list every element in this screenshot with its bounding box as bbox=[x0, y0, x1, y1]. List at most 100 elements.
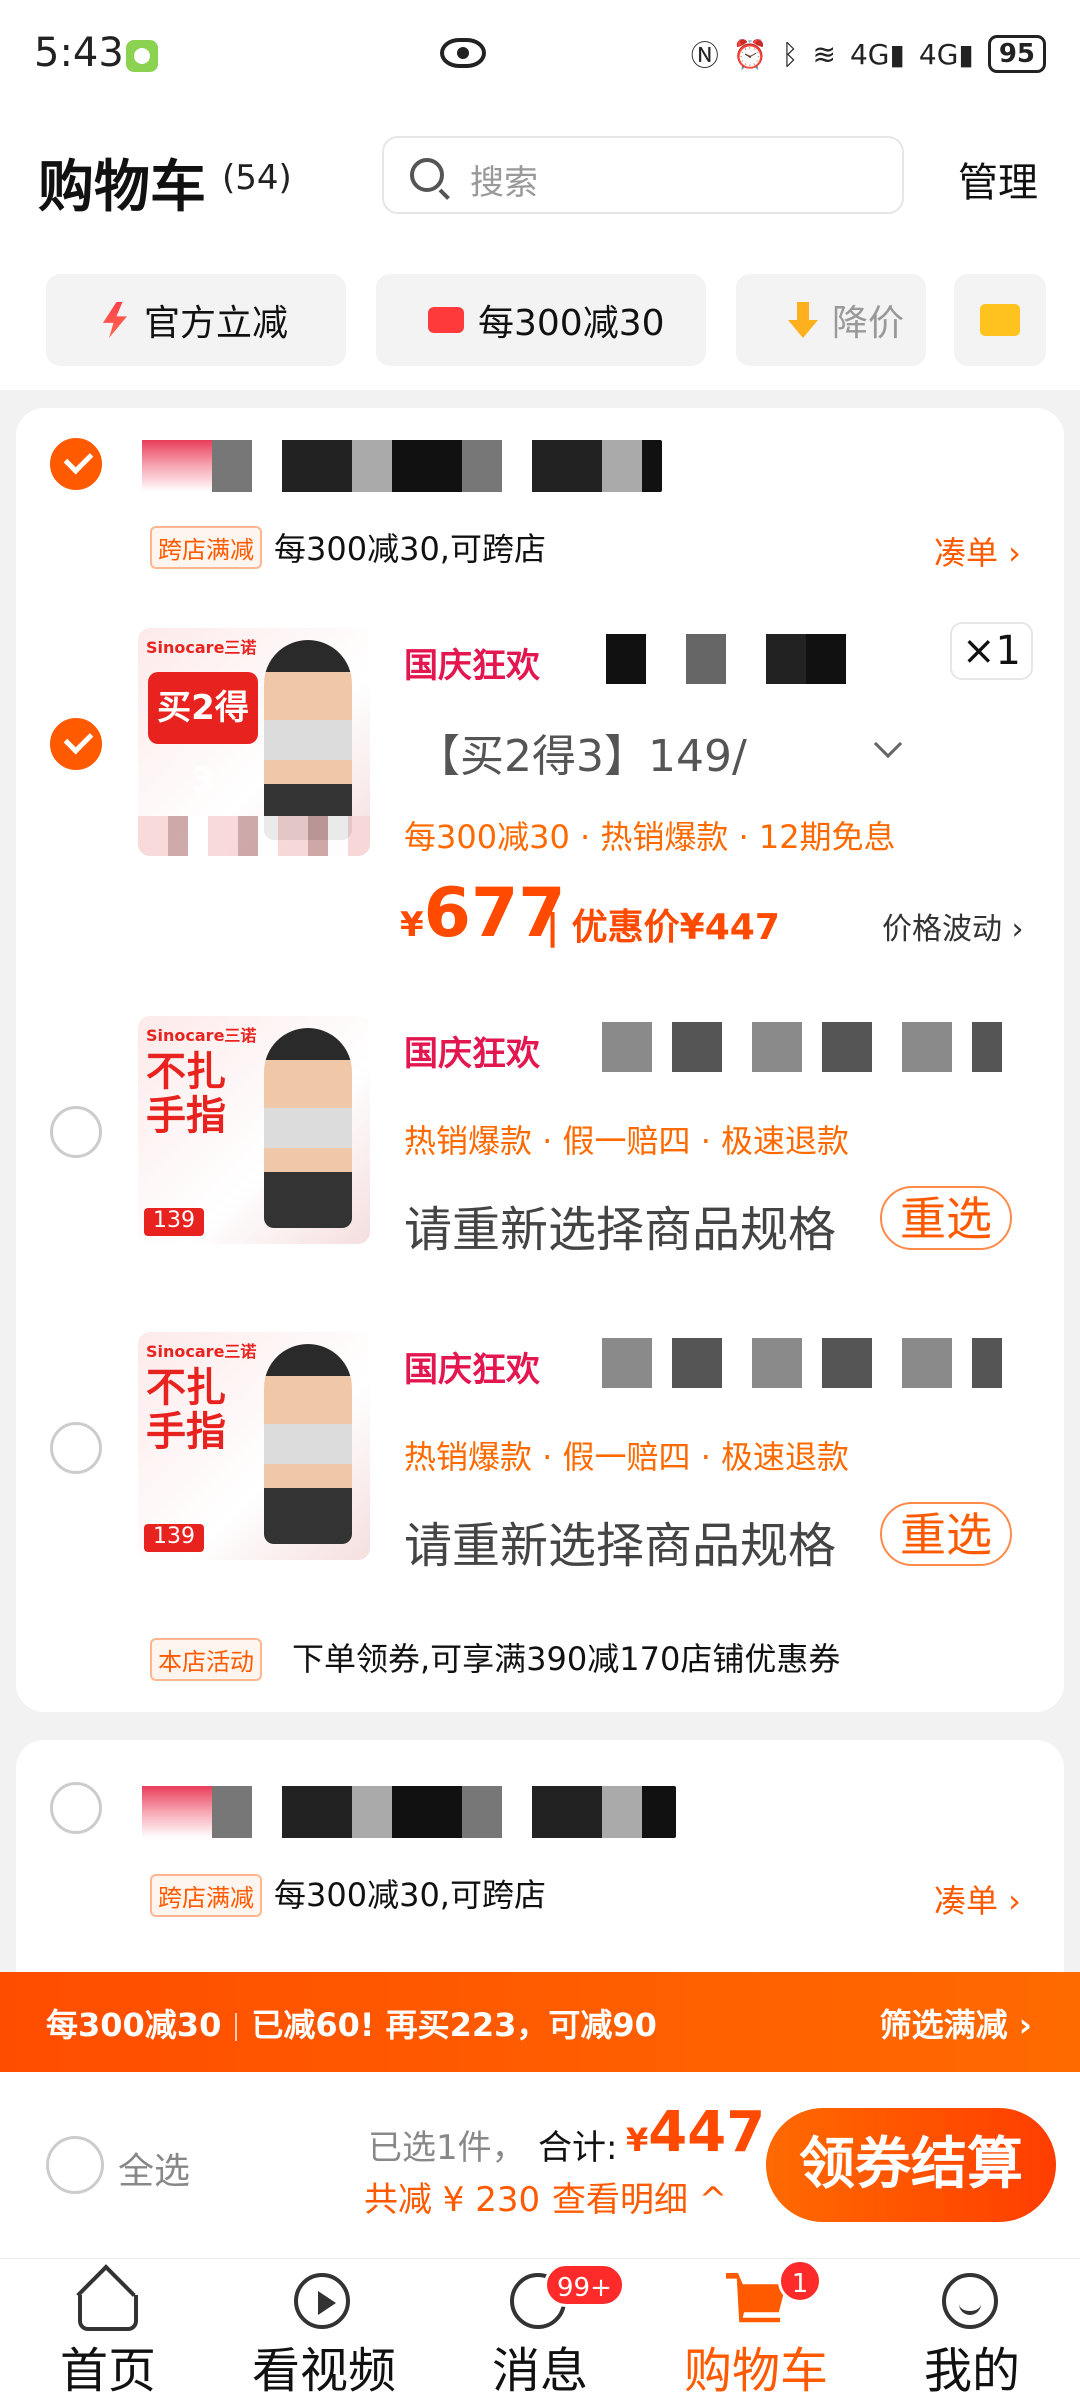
product-features: 热销爆款 · 假一赔四 · 极速退款 bbox=[404, 1122, 850, 1160]
shop-card-1: 跨店满减 每300减30,可跨店 凑单 › Sinocare三诺 买2得3 国庆… bbox=[16, 408, 1064, 1712]
checkout-bar: 全选 已选1件， 合计: ¥447 共减 ¥ 230 查看明细 ^ 领券结算 bbox=[0, 2072, 1080, 2258]
nav-video[interactable]: 看视频 bbox=[216, 2259, 432, 2400]
product-image[interactable]: Sinocare三诺 不扎手指 139 bbox=[138, 1332, 370, 1560]
nav-home[interactable]: 首页 bbox=[0, 2259, 216, 2400]
profile-icon bbox=[942, 2273, 998, 2329]
manage-button[interactable]: 管理 bbox=[958, 150, 1038, 208]
image-brand: Sinocare三诺 bbox=[146, 1026, 257, 1045]
cart-icon bbox=[726, 2273, 786, 2323]
discount-price: | 优惠价¥447 bbox=[546, 907, 780, 948]
add-on-link[interactable]: 凑单 › bbox=[934, 1876, 1021, 1922]
discount-progress-bar[interactable]: 每300减30 已减60! 再买223，可减90 筛选满减 › bbox=[0, 1972, 1080, 2072]
eye-icon bbox=[440, 38, 486, 68]
image-brand: Sinocare三诺 bbox=[146, 1342, 257, 1361]
image-badge: 买2得3 bbox=[148, 672, 258, 800]
select-all-label[interactable]: 全选 bbox=[118, 2142, 190, 2194]
chip-label: 每300减30 bbox=[478, 303, 665, 344]
item-checkbox[interactable] bbox=[50, 1422, 102, 1474]
shop-promo: 每300减30,可跨店 bbox=[274, 530, 546, 568]
cross-store-tag: 跨店满减 bbox=[150, 526, 262, 569]
store-coupon-promo[interactable]: 下单领券,可享满390减170店铺优惠券 bbox=[292, 1634, 840, 1680]
event-label: 国庆狂欢 bbox=[404, 1034, 540, 1074]
shop-checkbox[interactable] bbox=[50, 438, 102, 490]
nav-label: 购物车 bbox=[683, 2343, 828, 2399]
event-label: 国庆狂欢 bbox=[404, 1350, 540, 1390]
search-input[interactable]: 搜索 bbox=[382, 136, 904, 214]
page-title: 购物车 bbox=[38, 155, 206, 220]
nav-messages[interactable]: 99+ 消息 bbox=[432, 2259, 648, 2400]
nav-cart[interactable]: 1 购物车 bbox=[648, 2259, 864, 2400]
product-model-figure bbox=[264, 640, 352, 840]
chip-price-drop[interactable]: 降价 bbox=[736, 274, 926, 366]
image-price: 139 bbox=[144, 1208, 204, 1236]
chevron-down-icon[interactable] bbox=[873, 729, 903, 759]
product-model-figure bbox=[264, 1028, 352, 1228]
shop-name-redacted[interactable] bbox=[142, 1786, 676, 1838]
bolt-icon bbox=[103, 302, 127, 338]
product-price: ¥677 bbox=[400, 874, 566, 953]
chip-folder[interactable] bbox=[954, 274, 1046, 366]
image-headline: 不扎手指 bbox=[146, 1365, 226, 1455]
selected-count: 已选1件， bbox=[368, 2128, 526, 2168]
reselect-hint: 请重新选择商品规格 bbox=[404, 1518, 837, 1574]
total-saved: 共减 ¥ 230 bbox=[364, 2180, 541, 2220]
cart-badge: 1 bbox=[778, 2259, 822, 2303]
wifi-icon: ≋ bbox=[812, 37, 836, 71]
bottom-nav: 首页 看视频 99+ 消息 1 购物车 我的 bbox=[0, 2258, 1080, 2400]
nav-label: 首页 bbox=[59, 2343, 156, 2399]
reselect-hint: 请重新选择商品规格 bbox=[404, 1202, 837, 1258]
item-checkbox[interactable] bbox=[50, 718, 102, 770]
shop-promo: 每300减30,可跨店 bbox=[274, 1876, 546, 1914]
product-name-redacted[interactable] bbox=[602, 1338, 1002, 1388]
discount-progress-text: 每300减30 已减60! 再买223，可减90 bbox=[46, 2006, 657, 2044]
home-icon bbox=[78, 2295, 138, 2331]
folder-icon bbox=[980, 304, 1020, 336]
message-badge: 99+ bbox=[544, 2263, 625, 2307]
cross-store-tag: 跨店满减 bbox=[150, 1874, 262, 1917]
product-features: 每300减30 · 热销爆款 · 12期免息 bbox=[404, 818, 896, 856]
price-fluctuation-link[interactable]: 价格波动 › bbox=[882, 904, 1024, 948]
chip-official-discount[interactable]: 官方立减 bbox=[46, 274, 346, 366]
page-header: 购物车 (54) 搜索 管理 bbox=[0, 120, 1080, 260]
filter-discount-link[interactable]: 筛选满减 › bbox=[880, 2000, 1032, 2046]
price-drop-icon bbox=[788, 302, 818, 338]
total-label: 合计: bbox=[538, 2128, 618, 2168]
quantity-stepper[interactable]: ×1 bbox=[950, 622, 1033, 680]
play-icon bbox=[294, 2273, 350, 2329]
nav-label: 看视频 bbox=[251, 2343, 396, 2399]
status-icons: Ⓝ ⏰ ᛒ ≋ 4G▮ 4G▮ 95 bbox=[691, 34, 1046, 74]
nav-label: 我的 bbox=[923, 2343, 1020, 2399]
store-activity-tag: 本店活动 bbox=[150, 1638, 262, 1681]
item-checkbox[interactable] bbox=[50, 1106, 102, 1158]
total-price: ¥447 bbox=[626, 2100, 766, 2165]
signal-icon-1: 4G▮ bbox=[849, 37, 905, 71]
spec-selector[interactable]: 【买2得3】149/ bbox=[416, 720, 747, 784]
chip-300-minus-30[interactable]: 每300减30 bbox=[376, 274, 706, 366]
image-headline: 不扎手指 bbox=[146, 1049, 226, 1139]
product-features: 热销爆款 · 假一赔四 · 极速退款 bbox=[404, 1438, 850, 1476]
filter-chips: 官方立减 每300减30 降价 bbox=[0, 260, 1080, 390]
shop-name-redacted[interactable] bbox=[142, 440, 662, 492]
product-name-redacted[interactable] bbox=[602, 1022, 1002, 1072]
product-image[interactable]: Sinocare三诺 不扎手指 139 bbox=[138, 1016, 370, 1244]
select-all-checkbox[interactable] bbox=[46, 2136, 104, 2194]
signal-icon-2: 4G▮ bbox=[918, 37, 974, 71]
nav-label: 消息 bbox=[491, 2343, 588, 2399]
bluetooth-icon: ᛒ bbox=[781, 37, 799, 71]
image-brand: Sinocare三诺 bbox=[146, 638, 257, 657]
add-on-link[interactable]: 凑单 › bbox=[934, 528, 1021, 574]
chip-label: 官方立减 bbox=[144, 303, 289, 344]
nav-profile[interactable]: 我的 bbox=[864, 2259, 1080, 2400]
nfc-icon: Ⓝ bbox=[690, 39, 719, 72]
product-name-redacted[interactable] bbox=[606, 634, 876, 684]
reselect-button[interactable]: 重选 bbox=[880, 1502, 1012, 1566]
chip-label: 降价 bbox=[832, 303, 905, 344]
shop-checkbox[interactable] bbox=[50, 1782, 102, 1834]
gift-box-icon bbox=[428, 307, 464, 333]
reselect-button[interactable]: 重选 bbox=[880, 1186, 1012, 1250]
checkout-button[interactable]: 领券结算 bbox=[766, 2108, 1056, 2222]
view-details-link[interactable]: 查看明细 ^ bbox=[552, 2172, 727, 2221]
product-image[interactable]: Sinocare三诺 买2得3 bbox=[138, 628, 370, 856]
clock: 5:43 bbox=[34, 30, 124, 76]
search-placeholder: 搜索 bbox=[470, 163, 538, 203]
